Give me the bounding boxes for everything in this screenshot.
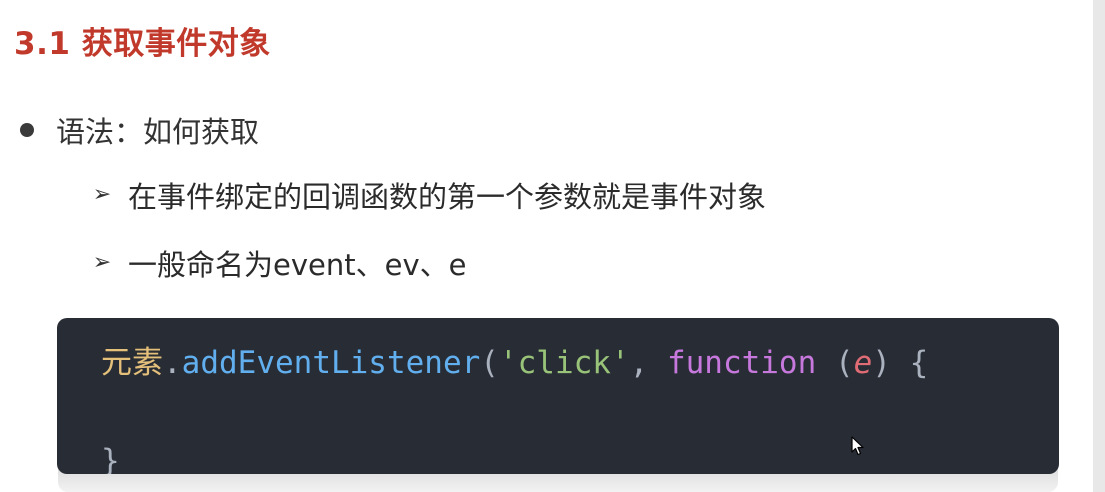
arrow-bullet-icon: ➢ [92, 250, 112, 275]
sub-bullet-first-param: ➢ 在事件绑定的回调函数的第一个参数就是事件对象 [92, 175, 766, 215]
section-title: 3.1 获取事件对象 [14, 26, 271, 62]
main-bullet: 语法：如何获取 [18, 108, 259, 152]
code-param-open-paren: ( [834, 345, 854, 381]
code-event-type-string: 'click' [498, 345, 630, 381]
code-param-e: e [853, 345, 873, 381]
mouse-cursor-icon [851, 436, 864, 456]
code-function-keyword: function [666, 345, 817, 381]
arrow-bullet-icon: ➢ [92, 182, 112, 207]
code-method-name: addEventListener [181, 345, 481, 381]
right-edge-strip [1093, 0, 1105, 492]
main-bullet-text: 语法：如何获取 [56, 115, 260, 149]
sub-bullet-text: 在事件绑定的回调函数的第一个参数就是事件对象 [128, 180, 767, 214]
code-block: 元素.addEventListener('click', function (e… [57, 318, 1059, 474]
code-brace-open: { [890, 345, 929, 381]
code-open-paren: ( [480, 345, 499, 381]
code-brace-close: } [101, 443, 120, 475]
sub-bullet-naming: ➢ 一般命名为event、ev、e [92, 243, 467, 283]
code-dot: . [163, 345, 182, 381]
sub-bullet-text: 一般命名为event、ev、e [128, 248, 467, 282]
code-comma: , [629, 345, 667, 381]
code-line-2: } [101, 443, 120, 475]
code-element-identifier: 元素 [101, 345, 163, 381]
bullet-dot-icon [20, 123, 34, 137]
code-param-close-paren: ) [872, 345, 891, 381]
code-line-1: 元素.addEventListener('click', function (e… [101, 348, 928, 379]
